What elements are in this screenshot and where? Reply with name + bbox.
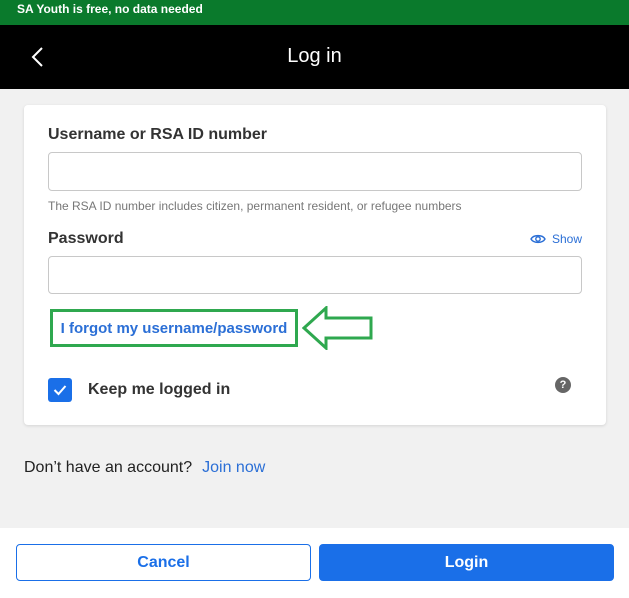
- keep-logged-in-label: Keep me logged in: [88, 381, 231, 398]
- checkmark-icon: [53, 385, 67, 396]
- help-icon[interactable]: ?: [555, 377, 571, 393]
- login-button[interactable]: Login: [319, 544, 614, 581]
- forgot-password-link[interactable]: I forgot my username/password: [61, 320, 288, 337]
- show-label: Show: [551, 232, 582, 246]
- login-card: Username or RSA ID number The RSA ID num…: [24, 105, 606, 425]
- forgot-link-highlight: I forgot my username/password: [50, 309, 298, 347]
- cancel-button[interactable]: Cancel: [16, 544, 311, 581]
- header-bar: Log in: [0, 25, 629, 89]
- page-title: Log in: [287, 45, 342, 67]
- join-now-link[interactable]: Join now: [202, 459, 265, 476]
- password-label: Password: [48, 230, 124, 247]
- top-banner: SA Youth is free, no data needed: [0, 0, 629, 25]
- username-hint: The RSA ID number includes citizen, perm…: [48, 199, 462, 213]
- eye-icon: [530, 234, 546, 244]
- password-input[interactable]: [48, 256, 582, 294]
- username-label: Username or RSA ID number: [48, 126, 268, 143]
- signup-prompt: Don’t have an account? Join now: [24, 459, 265, 477]
- username-input[interactable]: [48, 152, 582, 191]
- signup-text: Don’t have an account?: [24, 459, 193, 476]
- annotation-arrow-icon: [302, 306, 373, 350]
- show-password-toggle[interactable]: Show: [530, 232, 582, 246]
- banner-text: SA Youth is free, no data needed: [17, 2, 203, 16]
- footer-bar: Cancel Login: [0, 528, 629, 598]
- keep-logged-in-checkbox[interactable]: [48, 378, 72, 402]
